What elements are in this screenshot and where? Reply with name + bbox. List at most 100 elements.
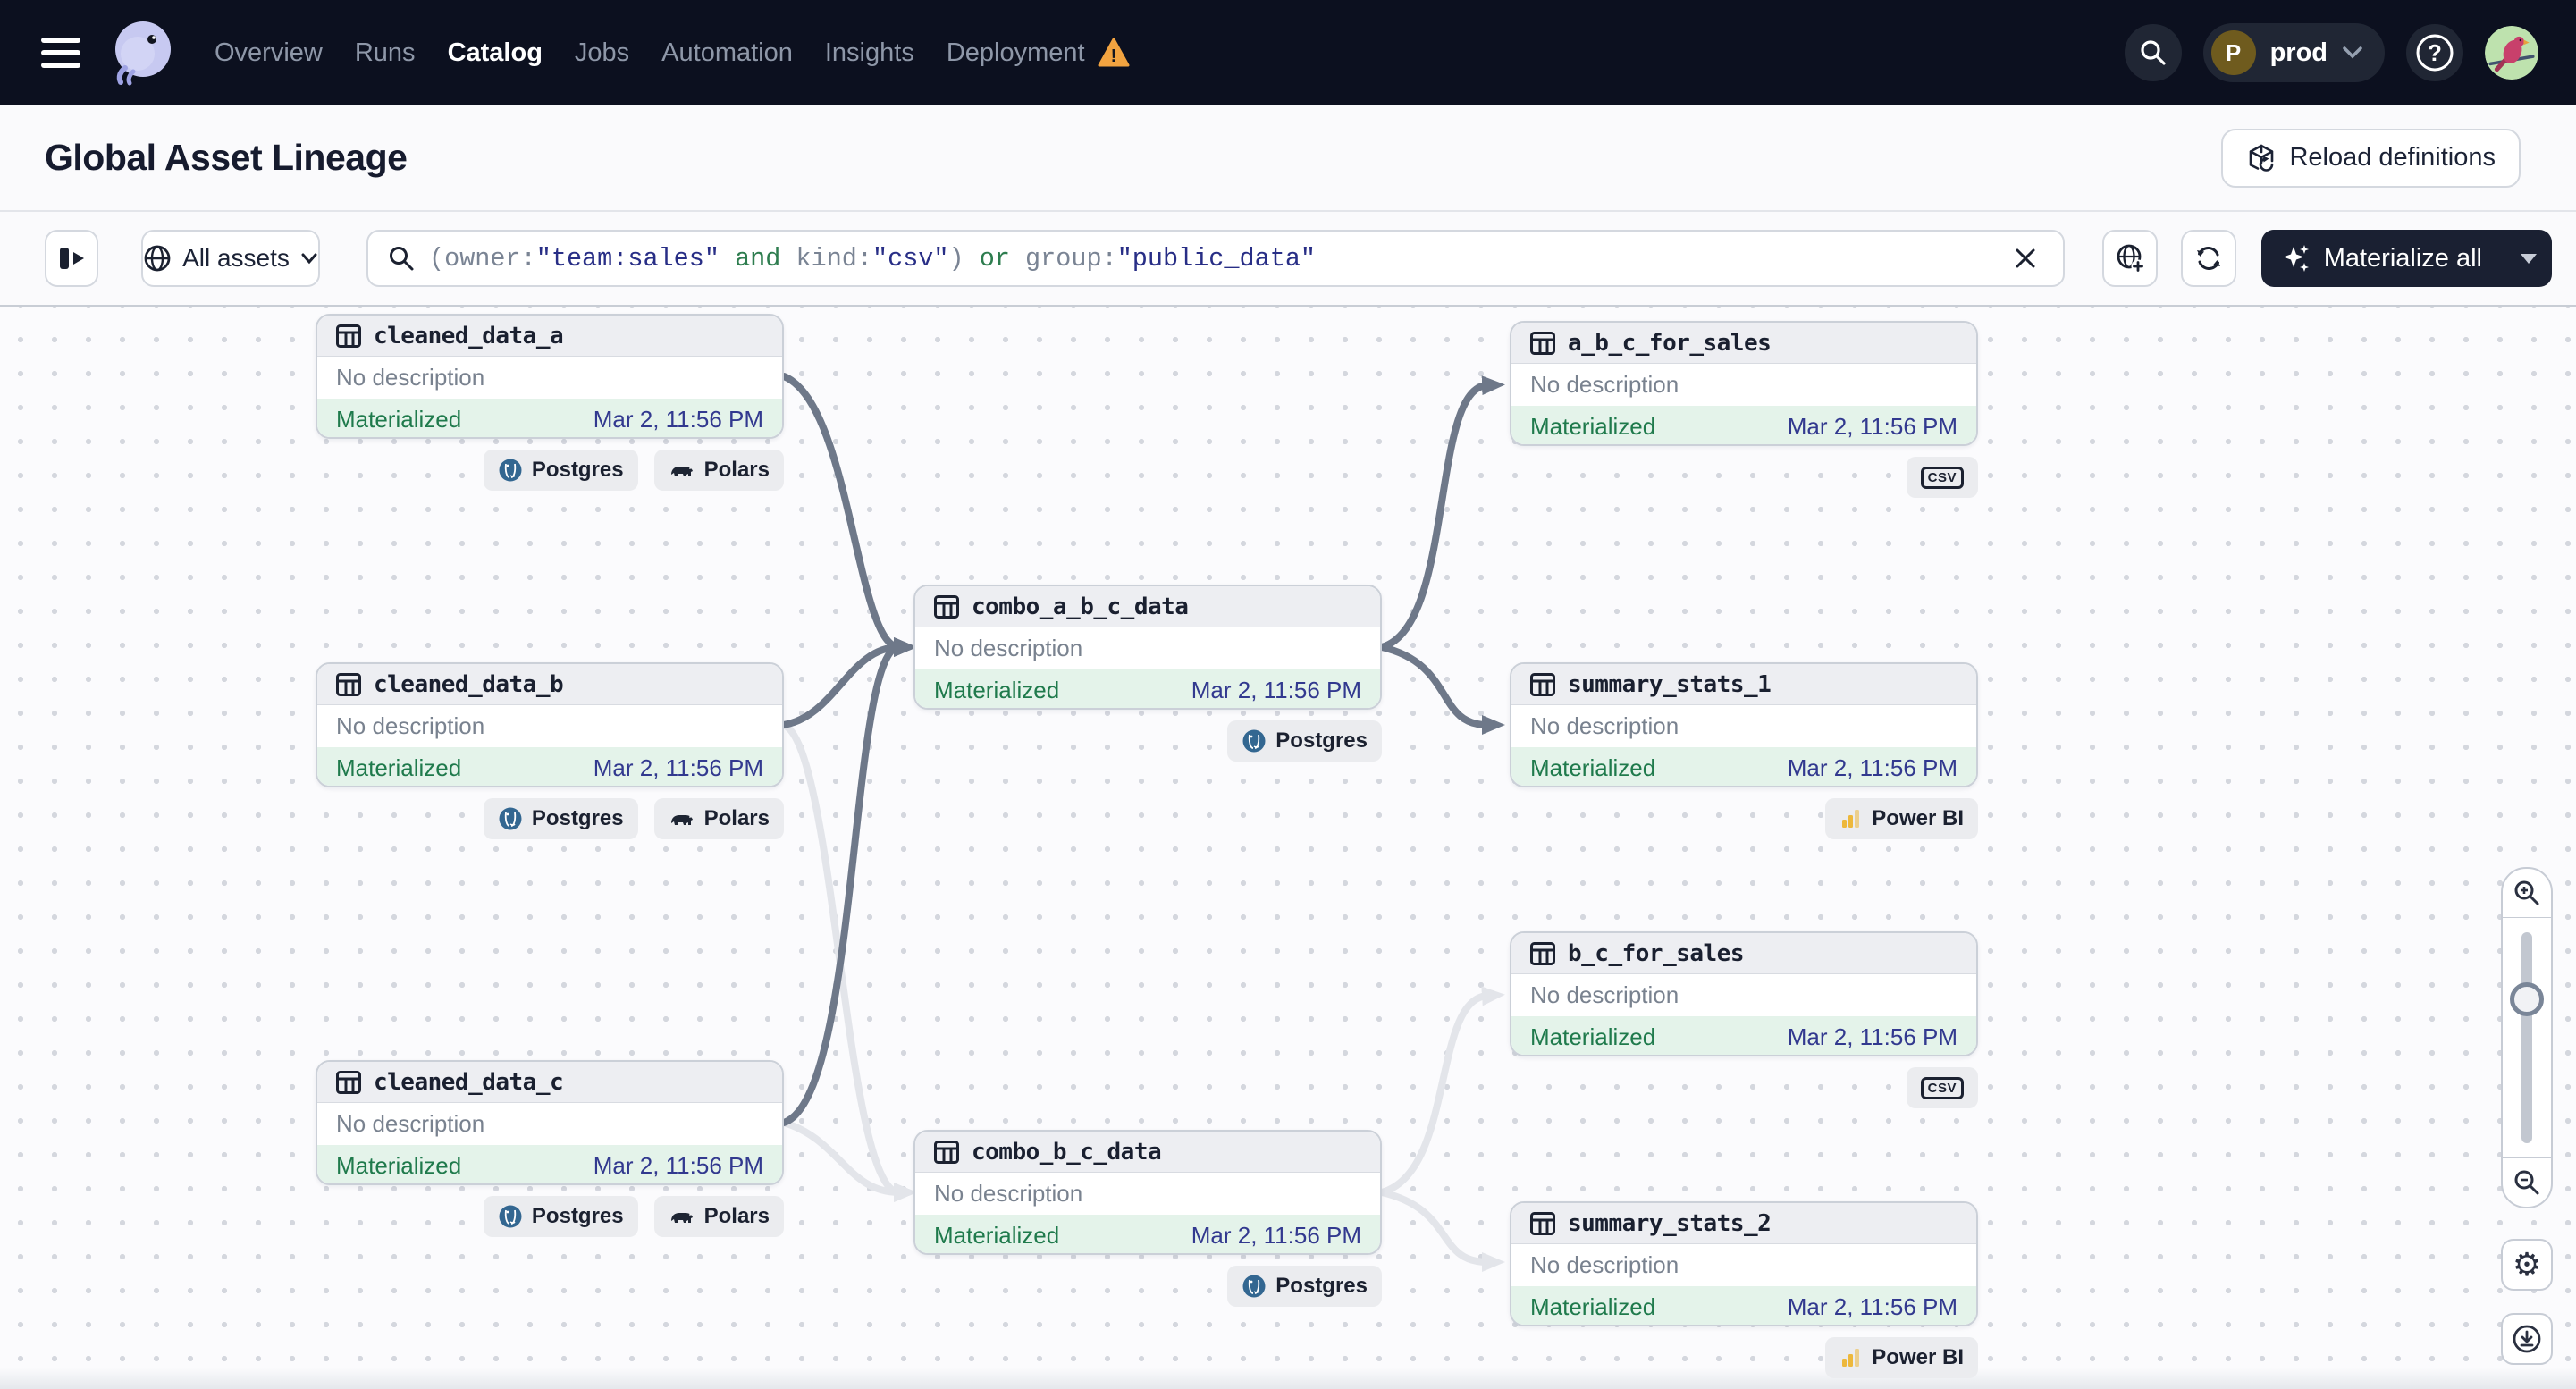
search-icon xyxy=(390,247,414,271)
zoom-slider[interactable] xyxy=(2503,917,2551,1158)
asset-card[interactable]: cleaned_data_c No description Materializ… xyxy=(316,1060,784,1185)
lineage-canvas[interactable]: cleaned_data_a No description Materializ… xyxy=(0,307,2576,1389)
nav-item-runs[interactable]: Runs xyxy=(355,38,416,68)
materialize-all-button[interactable]: Materialize all xyxy=(2261,230,2504,287)
gear-icon: ⚙ xyxy=(2512,1246,2542,1284)
dagster-logo-icon[interactable] xyxy=(104,14,181,91)
zoom-slider-track[interactable] xyxy=(2521,932,2532,1143)
page-header: Global Asset Lineage Reload definitions xyxy=(0,105,2576,212)
tag-postgres[interactable]: Postgres xyxy=(1227,1266,1382,1307)
chevron-down-icon xyxy=(2343,46,2362,59)
status-badge: Materialized xyxy=(1530,412,1656,440)
asset-description: No description xyxy=(1530,1250,1679,1278)
table-icon xyxy=(336,1070,361,1094)
edge-combo-bc-to-bc-sales xyxy=(1378,986,1505,1196)
close-icon[interactable] xyxy=(2006,239,2045,278)
expand-panel-button[interactable] xyxy=(45,230,98,287)
materialization-timestamp[interactable]: Mar 2, 11:56 PM xyxy=(1788,413,1957,441)
globe-plus-button[interactable] xyxy=(2101,230,2158,287)
tag-label: Postgres xyxy=(531,806,624,830)
polars-icon xyxy=(670,1213,693,1223)
tag-polars[interactable]: Polars xyxy=(653,798,784,839)
zoom-out-button[interactable] xyxy=(2503,1158,2551,1207)
sparkle-icon xyxy=(2283,245,2309,272)
tag-postgres[interactable]: Postgres xyxy=(1227,720,1382,762)
avatar[interactable] xyxy=(2485,26,2538,80)
materialization-timestamp[interactable]: Mar 2, 11:56 PM xyxy=(1788,1023,1957,1051)
asset-tags: Power BI xyxy=(1825,1337,1978,1378)
asset-card[interactable]: summary_stats_1 No description Materiali… xyxy=(1510,662,1978,787)
refresh-icon xyxy=(2196,246,2220,271)
materialization-timestamp[interactable]: Mar 2, 11:56 PM xyxy=(1788,754,1957,782)
asset-description: No description xyxy=(1530,981,1679,1008)
nav-item-automation[interactable]: Automation xyxy=(661,38,793,68)
avatar-bird-image xyxy=(2485,26,2538,80)
nav-item-catalog[interactable]: Catalog xyxy=(448,38,543,68)
table-icon xyxy=(1530,941,1555,965)
svg-text:?: ? xyxy=(2428,39,2442,66)
nav-item-insights[interactable]: Insights xyxy=(825,38,914,68)
tag-powerbi[interactable]: Power BI xyxy=(1825,798,1978,839)
reload-definitions-button[interactable]: Reload definitions xyxy=(2221,128,2521,188)
powerbi-icon xyxy=(1842,1349,1860,1367)
tag-polars[interactable]: Polars xyxy=(653,1196,784,1237)
deployment-switcher[interactable]: P prod xyxy=(2202,23,2385,82)
materialization-timestamp[interactable]: Mar 2, 11:56 PM xyxy=(1788,1293,1957,1321)
download-button[interactable] xyxy=(2501,1313,2553,1365)
asset-node-cleaned-data-a: cleaned_data_a No description Materializ… xyxy=(316,314,784,491)
materialization-timestamp[interactable]: Mar 2, 11:56 PM xyxy=(1191,677,1361,704)
zoom-slider-thumb[interactable] xyxy=(2510,982,2544,1016)
tag-postgres[interactable]: Postgres xyxy=(483,798,638,839)
nav-item-overview[interactable]: Overview xyxy=(215,38,323,68)
tag-postgres[interactable]: Postgres xyxy=(483,450,638,491)
asset-card[interactable]: combo_a_b_c_data No description Material… xyxy=(913,585,1382,710)
table-icon xyxy=(336,672,361,696)
powerbi-icon xyxy=(1842,810,1860,828)
caret-down-icon xyxy=(2520,253,2537,264)
asset-card[interactable]: a_b_c_for_sales No description Materiali… xyxy=(1510,321,1978,446)
asset-scope-label: All assets xyxy=(182,244,290,272)
help-icon[interactable]: ? xyxy=(2406,24,2463,81)
asset-card[interactable]: summary_stats_2 No description Materiali… xyxy=(1510,1201,1978,1326)
asset-node-combo-a-b-c-data: combo_a_b_c_data No description Material… xyxy=(913,585,1382,762)
table-icon xyxy=(336,324,361,348)
asset-card[interactable]: combo_b_c_data No description Materializ… xyxy=(913,1130,1382,1255)
materialization-timestamp[interactable]: Mar 2, 11:56 PM xyxy=(1191,1222,1361,1250)
asset-tags: Postgres xyxy=(1227,1266,1382,1307)
asset-node-a-b-c-for-sales: a_b_c_for_sales No description Materiali… xyxy=(1510,321,1978,498)
tag-csv[interactable]: CSV xyxy=(1906,457,1978,498)
materialization-timestamp[interactable]: Mar 2, 11:56 PM xyxy=(593,406,763,434)
materialize-options-button[interactable] xyxy=(2504,230,2552,287)
graph-settings-button[interactable]: ⚙ xyxy=(2501,1239,2553,1291)
status-badge: Materialized xyxy=(1530,1023,1656,1050)
materialization-timestamp[interactable]: Mar 2, 11:56 PM xyxy=(593,1152,763,1180)
polars-icon xyxy=(670,467,693,476)
asset-name: cleaned_data_a xyxy=(374,322,564,349)
refresh-button[interactable] xyxy=(2180,230,2236,287)
tag-csv[interactable]: CSV xyxy=(1906,1067,1978,1108)
asset-search-input[interactable]: (owner:"team:sales" and kind:"csv") or g… xyxy=(366,230,2065,287)
nav-item-jobs[interactable]: Jobs xyxy=(575,38,629,68)
zoom-in-button[interactable] xyxy=(2503,869,2551,917)
asset-description: No description xyxy=(1530,370,1679,398)
tag-postgres[interactable]: Postgres xyxy=(483,1196,638,1237)
tag-polars[interactable]: Polars xyxy=(653,450,784,491)
nav-item-deployment[interactable]: Deployment xyxy=(947,38,1085,68)
lineage-toolbar: All assets (owner:"team:sales" and kind:… xyxy=(0,212,2576,307)
materialization-timestamp[interactable]: Mar 2, 11:56 PM xyxy=(593,754,763,782)
materialize-all-label: Materialize all xyxy=(2323,243,2482,273)
hamburger-icon[interactable] xyxy=(41,38,80,68)
asset-search-query: (owner:"team:sales" and kind:"csv") or g… xyxy=(429,243,1317,274)
asset-card[interactable]: cleaned_data_a No description Materializ… xyxy=(316,314,784,439)
tag-label: Postgres xyxy=(531,458,624,482)
edge-combo-bc-to-ss2 xyxy=(1378,1189,1505,1272)
tag-powerbi[interactable]: Power BI xyxy=(1825,1337,1978,1378)
asset-card[interactable]: cleaned_data_b No description Materializ… xyxy=(316,662,784,787)
asset-name: combo_a_b_c_data xyxy=(972,593,1189,620)
tag-label: Power BI xyxy=(1872,806,1964,830)
tag-label: Postgres xyxy=(531,1204,624,1228)
asset-card[interactable]: b_c_for_sales No description Materialize… xyxy=(1510,931,1978,1056)
asset-description: No description xyxy=(336,363,485,391)
search-icon[interactable] xyxy=(2124,24,2182,81)
asset-scope-dropdown[interactable]: All assets xyxy=(141,230,320,287)
